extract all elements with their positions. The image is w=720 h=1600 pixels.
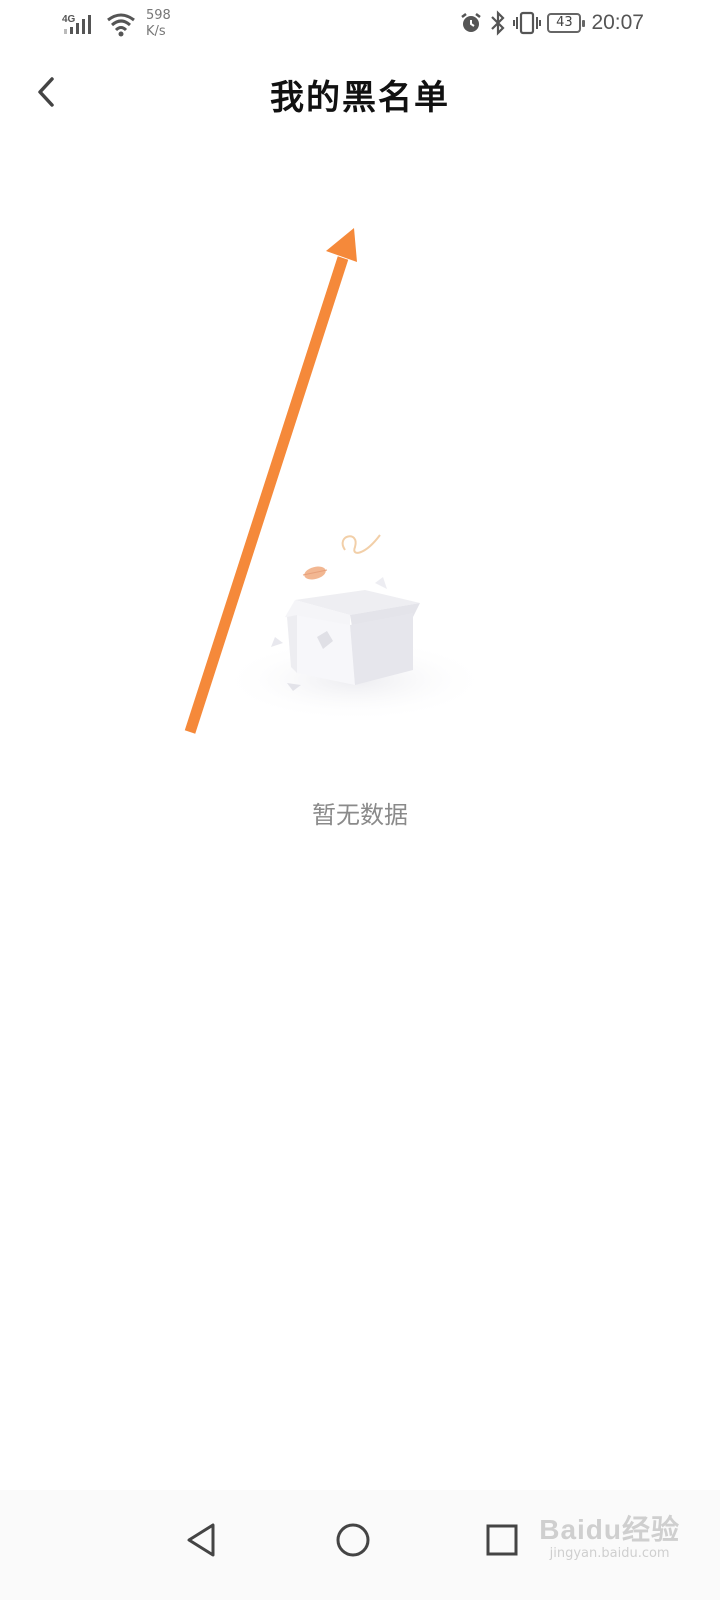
header: 我的黑名单 <box>0 50 720 138</box>
status-right: 43 20:07 <box>459 10 644 36</box>
status-time: 20:07 <box>591 11 644 34</box>
nav-back-button[interactable] <box>170 1508 234 1572</box>
page-title: 我的黑名单 <box>270 78 450 118</box>
circle-home-icon <box>336 1523 370 1557</box>
wifi-icon <box>107 13 135 37</box>
bluetooth-icon <box>491 10 505 36</box>
net-speed-value: 598 <box>146 8 171 23</box>
empty-message: 暂无数据 <box>312 801 408 829</box>
signal-icon: 4G <box>62 14 91 34</box>
watermark-sub: jingyan.baidu.com <box>549 1546 670 1561</box>
nav-recents-button[interactable] <box>470 1508 534 1572</box>
screen: 4G 598 K/s 43 20:07 我的黑名单 暂无数据 Baidu经验 j… <box>0 0 720 1600</box>
triangle-back-icon <box>187 1523 215 1557</box>
square-recents-icon <box>486 1524 518 1556</box>
net-speed: 598 K/s <box>146 8 171 40</box>
status-left: 4G 598 K/s <box>62 8 171 40</box>
watermark: Baidu经验 jingyan.baidu.com <box>539 1508 680 1561</box>
battery-level: 43 <box>556 15 573 30</box>
watermark-main: Baidu经验 <box>539 1514 680 1545</box>
navigation-bar: Baidu经验 jingyan.baidu.com <box>0 1490 720 1600</box>
net-speed-unit: K/s <box>146 24 166 39</box>
vibrate-icon <box>513 11 542 35</box>
svg-text:4G: 4G <box>62 14 76 25</box>
battery-icon: 43 <box>547 13 586 33</box>
nav-home-button[interactable] <box>321 1508 385 1572</box>
alarm-icon <box>461 13 482 32</box>
status-bar: 4G 598 K/s 43 20:07 <box>0 0 720 48</box>
empty-box-illustration <box>220 534 490 722</box>
